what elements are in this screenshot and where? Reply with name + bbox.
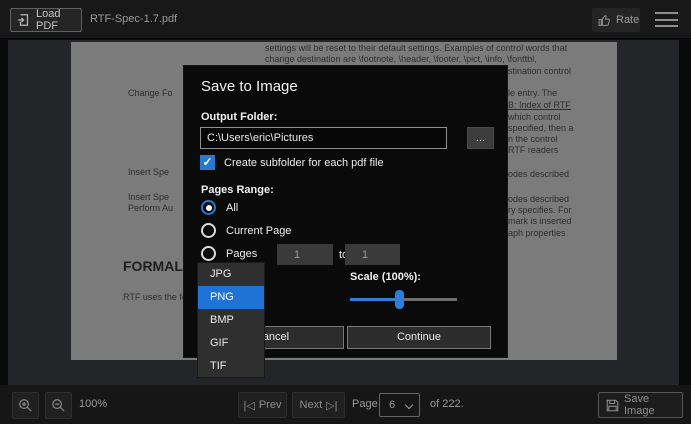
- doc-text: n the control: [508, 134, 558, 144]
- prev-page-icon: |◁: [244, 399, 255, 412]
- open-file-name: RTF-Spec-1.7.pdf: [90, 0, 177, 38]
- save-image-label: Save Image: [624, 393, 682, 417]
- radio-all[interactable]: All: [201, 200, 238, 215]
- page-number-value: 6: [389, 399, 395, 411]
- doc-text: stination control: [508, 66, 571, 76]
- save-image-button[interactable]: Save Image: [598, 392, 683, 418]
- radio-unselected-icon[interactable]: [201, 246, 216, 261]
- menu-icon[interactable]: [655, 12, 678, 27]
- radio-current-page[interactable]: Current Page: [201, 223, 291, 238]
- format-option-gif[interactable]: GIF: [198, 332, 264, 355]
- output-folder-input[interactable]: [200, 127, 447, 149]
- doc-text: settings will be reset to their default …: [265, 43, 567, 53]
- image-format-dropdown-list: JPG PNG BMP GIF TIF: [197, 262, 265, 378]
- load-pdf-button[interactable]: Load PDF: [10, 8, 82, 32]
- subfolder-checkbox-label: Create subfolder for each pdf file: [224, 157, 384, 169]
- format-option-png[interactable]: PNG: [198, 286, 264, 309]
- radio-pages-label: Pages: [226, 248, 257, 260]
- zoom-out-button[interactable]: [45, 392, 72, 419]
- prev-page-button[interactable]: |◁ Prev: [238, 392, 287, 418]
- doc-text: ry specifies. For: [508, 205, 572, 215]
- rate-label: Rate: [616, 14, 639, 26]
- doc-text: Insert Spe: [128, 167, 169, 177]
- doc-text: Perform Au: [128, 203, 173, 213]
- next-page-button[interactable]: Next ▷|: [292, 392, 345, 418]
- pages-range-label: Pages Range:: [201, 184, 274, 196]
- doc-text: which control: [508, 112, 561, 122]
- doc-text: le entry. The: [508, 88, 557, 98]
- app-window: Load PDF RTF-Spec-1.7.pdf Rate settings …: [0, 0, 691, 424]
- thumbs-up-icon: [598, 14, 611, 27]
- subfolder-checkbox-row[interactable]: ✓ Create subfolder for each pdf file: [200, 155, 384, 170]
- page-label: Page: [352, 385, 378, 424]
- chevron-down-icon: [405, 401, 413, 409]
- radio-current-page-label: Current Page: [226, 225, 291, 237]
- save-to-image-dialog: Save to Image Output Folder: ... ✓ Creat…: [183, 65, 508, 358]
- radio-selected-icon[interactable]: [201, 200, 216, 215]
- format-option-tif[interactable]: TIF: [198, 355, 264, 378]
- dialog-title: Save to Image: [201, 78, 298, 95]
- page-to-input[interactable]: [345, 244, 400, 265]
- scale-label: Scale (100%):: [350, 271, 421, 283]
- format-option-jpg[interactable]: JPG: [198, 263, 264, 286]
- page-from-input[interactable]: [277, 244, 333, 265]
- prev-label: Prev: [259, 399, 282, 411]
- doc-text: odes described: [508, 169, 569, 179]
- zoom-in-button[interactable]: [12, 392, 39, 419]
- doc-section-heading: FORMAL: [123, 258, 183, 274]
- scale-slider[interactable]: [350, 290, 457, 308]
- rate-button[interactable]: Rate: [592, 8, 640, 32]
- doc-text: Change Fo: [128, 88, 173, 98]
- output-folder-label: Output Folder:: [201, 111, 277, 123]
- next-page-icon: ▷|: [326, 399, 337, 412]
- radio-all-label: All: [226, 202, 238, 214]
- doc-text: RTF readers: [508, 145, 558, 155]
- format-option-bmp[interactable]: BMP: [198, 309, 264, 332]
- next-label: Next: [300, 399, 323, 411]
- save-icon: [606, 399, 619, 412]
- doc-text: specified, then a: [508, 123, 574, 133]
- doc-text: mark is inserted: [508, 216, 572, 226]
- doc-text: Insert Spe: [128, 192, 169, 202]
- doc-text: odes described: [508, 194, 569, 204]
- slider-track-filled[interactable]: [350, 298, 399, 301]
- browse-folder-button[interactable]: ...: [467, 127, 494, 149]
- zoom-in-icon: [18, 398, 33, 413]
- load-pdf-label: Load PDF: [36, 8, 81, 32]
- doc-text: change destination are \footnote, \heade…: [265, 54, 537, 64]
- top-toolbar: Load PDF RTF-Spec-1.7.pdf Rate: [0, 0, 691, 38]
- slider-track-empty[interactable]: [399, 298, 457, 301]
- doc-text: aph properties: [508, 228, 566, 238]
- bottom-toolbar: 100% |◁ Prev Next ▷| Page 6 of 222. Save…: [0, 385, 691, 424]
- continue-button[interactable]: Continue: [347, 326, 491, 349]
- doc-link-index-of-rtf: B: Index of RTF: [508, 100, 571, 110]
- doc-text: RTF uses the fo: [123, 292, 187, 302]
- radio-pages[interactable]: Pages: [201, 246, 257, 261]
- page-number-select[interactable]: 6: [379, 393, 420, 417]
- radio-unselected-icon[interactable]: [201, 223, 216, 238]
- page-count-label: of 222.: [430, 385, 464, 424]
- checkbox-checked-icon[interactable]: ✓: [200, 155, 215, 170]
- load-pdf-icon: [17, 13, 31, 27]
- slider-thumb[interactable]: [395, 290, 404, 309]
- zoom-out-icon: [51, 398, 66, 413]
- zoom-level-value: 100%: [79, 385, 107, 424]
